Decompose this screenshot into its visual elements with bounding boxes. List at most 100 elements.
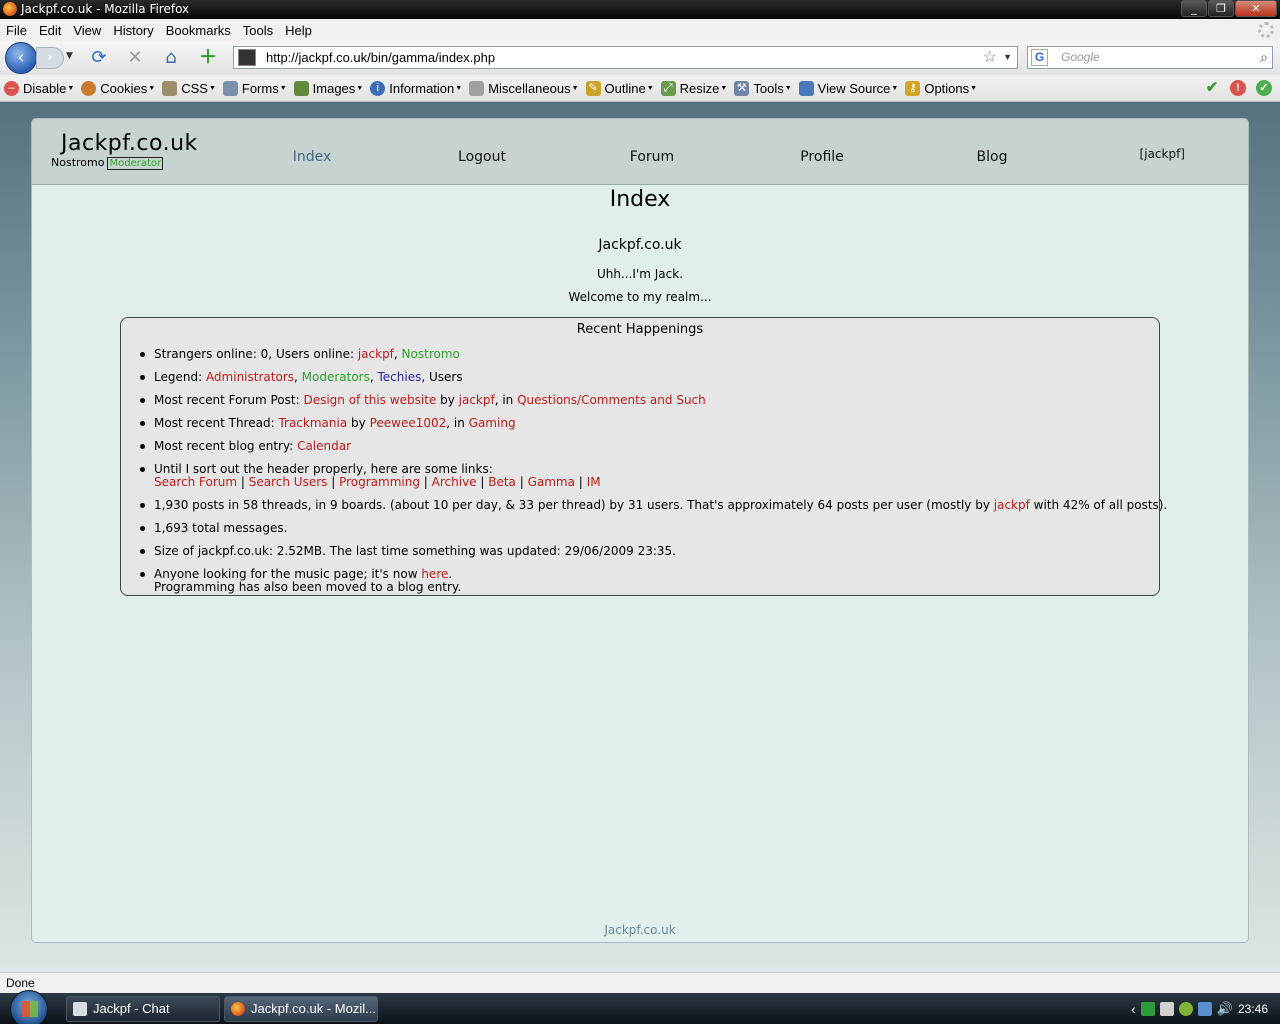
taskbar-chat-window[interactable]: Jackpf - Chat Window — [66, 996, 220, 1022]
link-beta[interactable]: Beta — [488, 475, 516, 489]
taskbar-firefox-window[interactable]: Jackpf.co.uk - Mozil... — [224, 996, 378, 1022]
dev-outline-menu[interactable]: ✎ Outline ▼ — [585, 80, 654, 96]
restore-button[interactable]: ❐ — [1208, 0, 1234, 17]
recent-thread-link[interactable]: Trackmania — [278, 416, 347, 430]
dev-images-menu[interactable]: Images ▼ — [293, 80, 363, 96]
top-poster-link[interactable]: jackpf — [994, 498, 1030, 512]
window-title: Jackpf.co.uk - Mozilla Firefox — [21, 2, 190, 16]
dev-options-menu[interactable]: ⚷ Options ▼ — [905, 80, 977, 96]
resize-icon: ⤢ — [660, 80, 676, 96]
forward-button[interactable]: › — [36, 47, 64, 69]
nav-forum[interactable]: Forum — [630, 149, 674, 165]
show-hidden-icons-icon[interactable]: ‹ — [1131, 1001, 1136, 1017]
link-programming[interactable]: Programming — [339, 475, 420, 489]
link-im[interactable]: IM — [587, 475, 601, 489]
thread-author-link[interactable]: Peewee1002 — [370, 416, 447, 430]
user-profile-link[interactable]: [jackpf] — [1140, 147, 1185, 161]
nav-index[interactable]: Index — [293, 149, 332, 165]
menu-history[interactable]: History — [113, 23, 153, 38]
legend-moderators: Moderators — [301, 370, 370, 384]
site-header: Jackpf.co.uk Nostromo Moderator Index Log… — [32, 119, 1248, 185]
list-item-links: Until I sort out the header properly, he… — [139, 463, 1167, 489]
options-icon: ⚷ — [905, 80, 921, 96]
dev-miscellaneous-menu[interactable]: Miscellaneous ▼ — [469, 80, 579, 96]
css-icon — [162, 80, 178, 96]
history-dropdown-icon[interactable]: ▼ — [66, 51, 73, 61]
status-bar: Done — [0, 972, 1280, 993]
legend-administrators: Administrators — [205, 370, 294, 384]
site-logo[interactable]: Jackpf.co.uk — [61, 131, 198, 156]
menu-tools[interactable]: Tools — [243, 23, 273, 38]
list-item-size: Size of jackpf.co.uk: 2.52MB. The last t… — [139, 545, 1167, 558]
post-board-link[interactable]: Questions/Comments and Such — [517, 393, 706, 407]
menu-bookmarks[interactable]: Bookmarks — [166, 23, 231, 38]
error-icon[interactable]: ! — [1230, 80, 1246, 96]
information-icon: i — [370, 80, 386, 96]
dev-view-source-menu[interactable]: View Source ▼ — [798, 80, 898, 96]
network-icon[interactable] — [1197, 1001, 1212, 1016]
menu-help[interactable]: Help — [285, 23, 312, 38]
clock[interactable]: 23:46 — [1238, 1002, 1268, 1016]
music-page-link[interactable]: here — [421, 567, 448, 581]
new-tab-icon[interactable]: ＋ — [197, 48, 219, 68]
menu-view[interactable]: View — [73, 23, 101, 38]
nav-logout[interactable]: Logout — [458, 149, 506, 165]
dev-tools-menu[interactable]: ⚒ Tools ▼ — [734, 80, 792, 96]
site-footer: Jackpf.co.uk — [604, 923, 676, 937]
recent-happenings-box: Recent Happenings Strangers online: 0, U… — [120, 317, 1167, 596]
nav-blog[interactable]: Blog — [977, 149, 1008, 165]
dev-forms-menu[interactable]: Forms ▼ — [222, 80, 287, 96]
site-favicon-icon — [238, 49, 256, 66]
recent-post-link[interactable]: Design of this website — [303, 393, 436, 407]
link-search-users[interactable]: Search Users — [249, 475, 328, 489]
recent-blog-link[interactable]: Calendar — [297, 439, 351, 453]
nav-profile[interactable]: Profile — [800, 149, 844, 165]
bookmark-star-icon[interactable]: ☆ — [983, 47, 997, 68]
browser-viewport: Jackpf.co.uk Nostromo Moderator Index Log… — [0, 102, 1280, 972]
link-archive[interactable]: Archive — [432, 475, 477, 489]
menu-edit[interactable]: Edit — [39, 23, 61, 38]
search-engine-icon[interactable]: G — [1031, 49, 1048, 66]
firefox-icon — [231, 1002, 245, 1016]
reload-icon[interactable]: ⟳ — [88, 48, 110, 68]
dev-information-menu[interactable]: i Information ▼ — [370, 80, 462, 96]
dev-css-menu[interactable]: CSS ▼ — [162, 80, 216, 96]
list-item-messages: 1,693 total messages. — [139, 522, 1167, 535]
dev-disable-menu[interactable]: – Disable ▼ — [4, 80, 74, 96]
tagline-welcome: Welcome to my realm... — [568, 290, 712, 304]
back-button[interactable]: ‹ — [5, 42, 37, 74]
stop-icon[interactable]: ✕ — [124, 48, 146, 68]
minimize-button[interactable]: _ — [1181, 0, 1207, 17]
tray-app-icon[interactable] — [1159, 1001, 1174, 1016]
rank-badge: Moderator — [107, 157, 164, 170]
start-button[interactable] — [10, 990, 48, 1024]
cookies-icon — [81, 80, 97, 96]
dev-cookies-menu[interactable]: Cookies ▼ — [81, 80, 155, 96]
css-valid-check-icon[interactable]: ✓ — [1256, 80, 1272, 96]
tray-app-icon[interactable] — [1140, 1001, 1155, 1016]
menu-file[interactable]: File — [6, 23, 27, 38]
volume-icon[interactable]: 🔊 — [1217, 1001, 1233, 1017]
online-user-link[interactable]: jackpf — [358, 347, 394, 361]
close-button[interactable]: ✕ — [1235, 0, 1277, 17]
view-source-icon — [798, 80, 814, 96]
tray-app-icon[interactable] — [1178, 1001, 1193, 1016]
tagline-intro: Uhh...I'm Jack. — [596, 267, 684, 281]
thread-board-link[interactable]: Gaming — [469, 416, 516, 430]
online-user-link[interactable]: Nostromo — [402, 347, 460, 361]
taskbar: Jackpf - Chat Window Jackpf.co.uk - Mozi… — [0, 990, 1280, 1024]
search-input[interactable]: G Google ⌕ — [1027, 46, 1273, 69]
dev-resize-menu[interactable]: ⤢ Resize ▼ — [660, 80, 727, 96]
post-author-link[interactable]: jackpf — [459, 393, 495, 407]
link-search-forum[interactable]: Search Forum — [154, 475, 237, 489]
link-gamma[interactable]: Gamma — [528, 475, 575, 489]
forms-icon — [222, 80, 238, 96]
search-icon[interactable]: ⌕ — [1260, 47, 1268, 68]
html-valid-check-icon[interactable]: ✔ — [1204, 80, 1220, 96]
url-bar[interactable]: http://jackpf.co.uk/bin/gamma/index.php … — [233, 46, 1018, 69]
search-placeholder: Google — [1061, 50, 1100, 64]
system-tray: ‹ 🔊 23:46 — [1131, 993, 1280, 1024]
home-icon[interactable]: ⌂ — [160, 48, 182, 68]
url-dropdown-icon[interactable]: ▼ — [1003, 47, 1012, 68]
navigation-toolbar: ‹ › ▼ ⟳ ✕ ⌂ ＋ http://jackpf.co.uk/bin/ga… — [0, 41, 1280, 75]
